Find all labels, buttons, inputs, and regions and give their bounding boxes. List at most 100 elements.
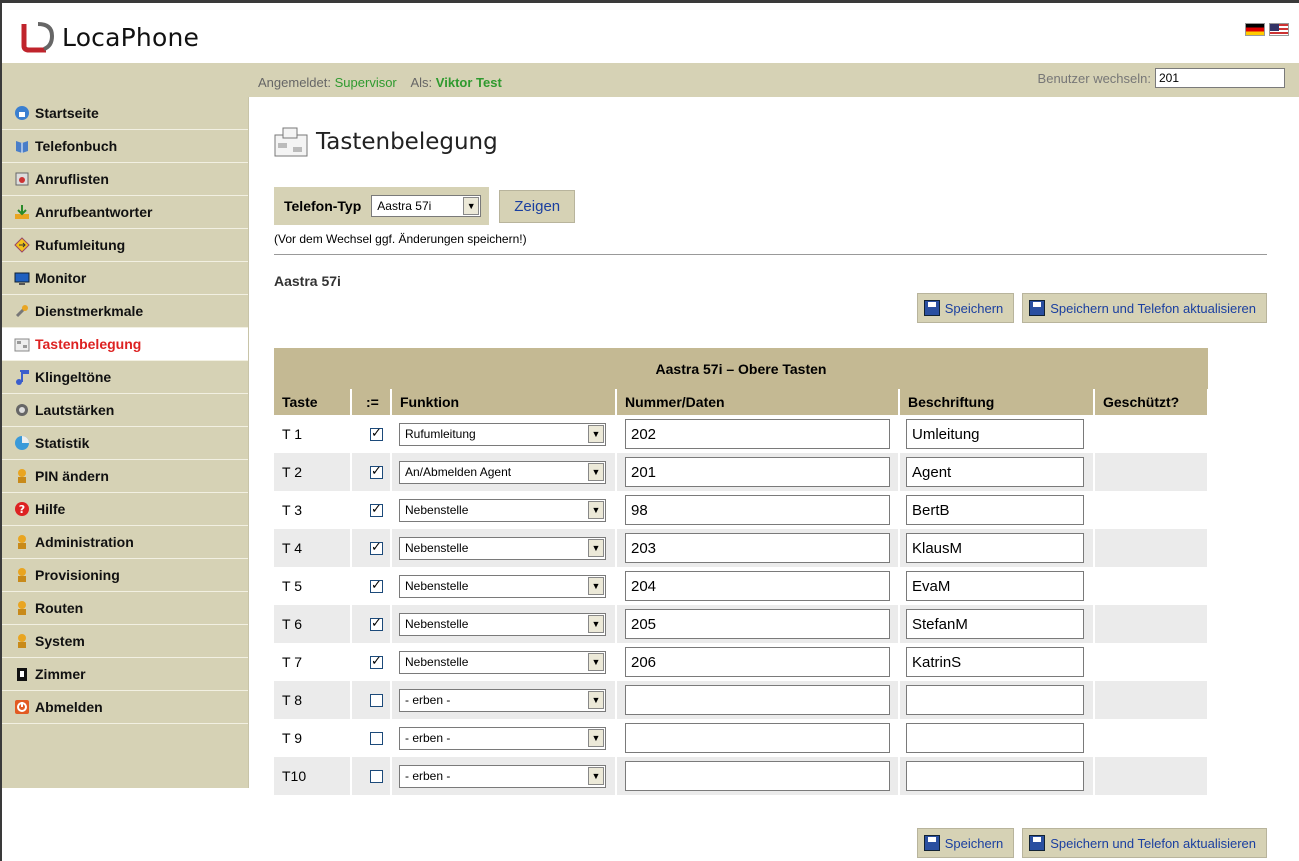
sidebar-item-statistik[interactable]: Statistik: [2, 427, 248, 460]
sidebar-item-label: Rufumleitung: [35, 237, 126, 253]
key-id: T 7: [274, 643, 352, 681]
chevron-down-icon[interactable]: ▼: [588, 576, 604, 595]
sidebar-item-zimmer[interactable]: Zimmer: [2, 658, 248, 691]
function-cell: Nebenstelle ▼: [391, 491, 617, 529]
function-select[interactable]: An/Abmelden Agent ▼: [399, 460, 606, 484]
label-input[interactable]: Agent: [906, 457, 1084, 487]
sidebar-item-provisioning[interactable]: Provisioning: [2, 559, 248, 592]
function-select[interactable]: Nebenstelle ▼: [399, 498, 606, 522]
chevron-down-icon[interactable]: ▼: [588, 614, 604, 633]
sidebar-item-monitor[interactable]: Monitor: [2, 262, 248, 295]
key-assignment-table: Aastra 57i – Obere Tasten Taste := Funkt…: [274, 348, 1209, 795]
phone-type-bar: Telefon-Typ Aastra 57i ▼ Zeigen: [274, 187, 576, 225]
function-select[interactable]: Nebenstelle ▼: [399, 536, 606, 560]
save-button[interactable]: Speichern: [916, 828, 1015, 858]
function-select[interactable]: Nebenstelle ▼: [399, 574, 606, 598]
chevron-down-icon[interactable]: ▼: [588, 462, 604, 481]
number-input[interactable]: [625, 685, 890, 715]
sidebar-item-tastenbelegung[interactable]: Tastenbelegung: [2, 328, 248, 361]
info-bar: Angemeldet: Supervisor Als: Viktor Test …: [2, 63, 1299, 97]
save-and-update-button[interactable]: Speichern und Telefon aktualisieren: [1022, 828, 1267, 858]
german-flag-icon[interactable]: [1245, 23, 1265, 36]
label-input[interactable]: [906, 723, 1084, 753]
function-select[interactable]: - erben - ▼: [399, 764, 606, 788]
label-input[interactable]: KlausM: [906, 533, 1084, 563]
number-input[interactable]: 206: [625, 647, 890, 677]
sidebar-item-pin-aendern[interactable]: PIN ändern: [2, 460, 248, 493]
inherit-checkbox[interactable]: [370, 653, 383, 669]
label-input[interactable]: Umleitung: [906, 419, 1084, 449]
room-icon: [13, 665, 31, 683]
function-select[interactable]: - erben - ▼: [399, 726, 606, 750]
key-id: T10: [274, 757, 352, 795]
function-select[interactable]: Rufumleitung ▼: [399, 422, 606, 446]
number-input[interactable]: 204: [625, 571, 890, 601]
label-input[interactable]: StefanM: [906, 609, 1084, 639]
label-input[interactable]: [906, 761, 1084, 791]
logout-icon: [13, 698, 31, 716]
protected-cell: [1094, 415, 1209, 453]
sidebar-item-anrufbeantworter[interactable]: Anrufbeantworter: [2, 196, 248, 229]
sidebar-item-dienstmerkmale[interactable]: Dienstmerkmale: [2, 295, 248, 328]
logged-in-user: Supervisor: [334, 75, 397, 90]
admin-icon: [13, 599, 31, 617]
number-input[interactable]: 202: [625, 419, 890, 449]
inherit-checkbox[interactable]: [370, 463, 383, 479]
inherit-checkbox[interactable]: [370, 731, 383, 745]
sidebar-item-label: Klingeltöne: [35, 369, 112, 385]
sidebar-item-klingeltoene[interactable]: Klingeltöne: [2, 361, 248, 394]
sidebar-item-routen[interactable]: Routen: [2, 592, 248, 625]
inherit-checkbox[interactable]: [370, 769, 383, 783]
number-input[interactable]: 201: [625, 457, 890, 487]
number-input[interactable]: [625, 761, 890, 791]
inherit-checkbox[interactable]: [370, 615, 383, 631]
chevron-down-icon[interactable]: ▼: [588, 424, 604, 443]
label-input[interactable]: EvaM: [906, 571, 1084, 601]
label-input[interactable]: [906, 685, 1084, 715]
inherit-cell: [351, 567, 392, 605]
save-and-update-button[interactable]: Speichern und Telefon aktualisieren: [1022, 293, 1267, 323]
phone-type-select[interactable]: Aastra 57i ▼: [371, 195, 482, 217]
chevron-down-icon[interactable]: ▼: [463, 197, 480, 215]
us-flag-icon[interactable]: [1269, 23, 1289, 36]
sidebar-item-startseite[interactable]: Startseite: [2, 97, 248, 130]
inherit-checkbox[interactable]: [370, 425, 383, 441]
chevron-down-icon[interactable]: ▼: [588, 728, 604, 747]
sidebar-item-telefonbuch[interactable]: Telefonbuch: [2, 130, 248, 163]
function-cell: Nebenstelle ▼: [391, 643, 617, 681]
function-select[interactable]: Nebenstelle ▼: [399, 650, 606, 674]
sidebar-item-system[interactable]: System: [2, 625, 248, 658]
sidebar-item-hilfe[interactable]: ? Hilfe: [2, 493, 248, 526]
save-button[interactable]: Speichern: [916, 293, 1015, 323]
number-input[interactable]: 205: [625, 609, 890, 639]
chevron-down-icon[interactable]: ▼: [588, 652, 604, 671]
chevron-down-icon[interactable]: ▼: [588, 538, 604, 557]
chevron-down-icon[interactable]: ▼: [588, 500, 604, 519]
sidebar-item-lautstaerken[interactable]: Lautstärken: [2, 394, 248, 427]
inherit-checkbox[interactable]: [370, 577, 383, 593]
label-input[interactable]: KatrinS: [906, 647, 1084, 677]
number-input[interactable]: [625, 723, 890, 753]
function-select[interactable]: - erben - ▼: [399, 688, 606, 712]
function-cell: Nebenstelle ▼: [391, 605, 617, 643]
chevron-down-icon[interactable]: ▼: [588, 690, 604, 709]
inherit-checkbox[interactable]: [370, 501, 383, 517]
sidebar-item-anruflisten[interactable]: Anruflisten: [2, 163, 248, 196]
number-input[interactable]: 98: [625, 495, 890, 525]
sidebar-item-administration[interactable]: Administration: [2, 526, 248, 559]
switch-user-input[interactable]: [1155, 68, 1285, 88]
number-cell: [616, 719, 900, 757]
divider: [274, 254, 1267, 255]
sidebar-item-rufumleitung[interactable]: Rufumleitung: [2, 229, 248, 262]
number-input[interactable]: 203: [625, 533, 890, 563]
inherit-checkbox[interactable]: [370, 693, 383, 707]
chevron-down-icon[interactable]: ▼: [588, 766, 604, 785]
show-button[interactable]: Zeigen: [499, 189, 576, 223]
protected-cell: [1094, 529, 1209, 567]
function-select[interactable]: Nebenstelle ▼: [399, 612, 606, 636]
label-input[interactable]: BertB: [906, 495, 1084, 525]
sidebar-item-abmelden[interactable]: Abmelden: [2, 691, 248, 724]
speaker-icon: [13, 401, 31, 419]
logo[interactable]: LocaPhone: [16, 19, 199, 55]
inherit-checkbox[interactable]: [370, 539, 383, 555]
